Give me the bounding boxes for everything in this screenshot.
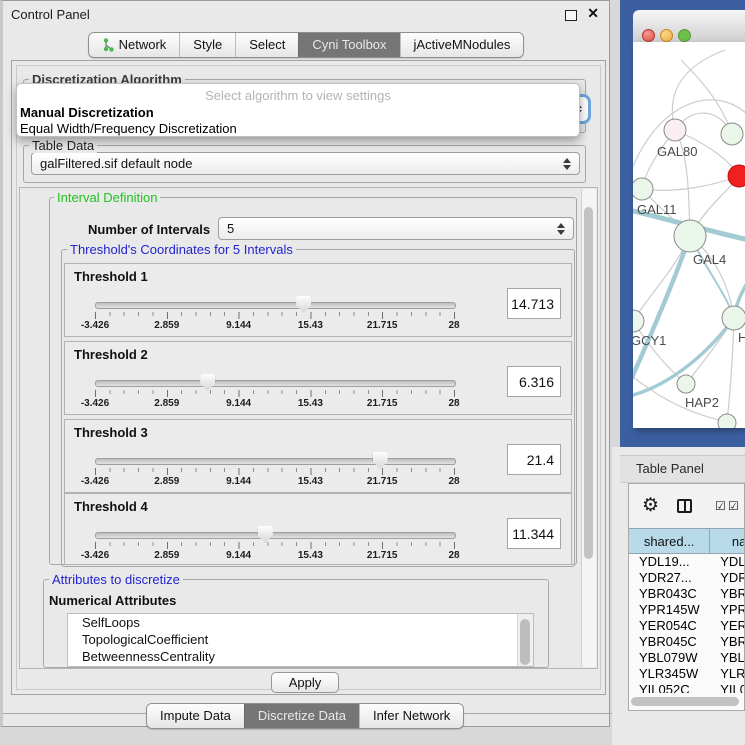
threshold-3-slider[interactable] bbox=[95, 458, 456, 465]
table-row[interactable]: YPR145WYPR1 bbox=[629, 602, 745, 618]
tab-jactivemnodules[interactable]: jActiveMNodules bbox=[400, 33, 524, 57]
node-label-h: H bbox=[738, 330, 745, 345]
node-green-right[interactable] bbox=[721, 123, 743, 145]
threshold-3-value-field[interactable]: 21.4 bbox=[507, 444, 561, 475]
table-data-group-title: Table Data bbox=[29, 138, 97, 153]
attribute-item[interactable]: TopologicalCoefficient bbox=[68, 631, 533, 648]
numerical-attributes-list[interactable]: SelfLoops TopologicalCoefficient Between… bbox=[67, 613, 534, 667]
threshold-1-slider[interactable] bbox=[95, 302, 456, 309]
threshold-3-slider-thumb[interactable] bbox=[373, 452, 388, 469]
table-row[interactable]: YLR345WYLR3 bbox=[629, 666, 745, 682]
threshold-1-row: Threshold 1 -3.4262.8599.14415.4321.7152… bbox=[64, 263, 572, 337]
checkbox-icon[interactable]: ☑ bbox=[728, 499, 739, 513]
threshold-4-row: Threshold 4 -3.4262.8599.14415.4321.7152… bbox=[64, 493, 572, 565]
number-of-intervals-value: 5 bbox=[227, 221, 234, 236]
attributes-group-title: Attributes to discretize bbox=[49, 572, 183, 587]
interval-definition-title: Interval Definition bbox=[54, 190, 160, 205]
number-of-intervals-combo[interactable]: 5 bbox=[218, 217, 574, 240]
table-row[interactable]: YDL19...YDL1 bbox=[629, 554, 745, 570]
network-window-titlebar[interactable] bbox=[633, 10, 745, 43]
table-horizontal-scrollbar[interactable] bbox=[631, 697, 739, 706]
threshold-2-slider-thumb[interactable] bbox=[200, 374, 215, 391]
table-toolbar: ⚙ ☑ ☑ bbox=[629, 484, 744, 528]
number-of-intervals-label: Number of Intervals bbox=[88, 222, 210, 237]
tab-network-label: Network bbox=[119, 37, 167, 52]
node-label-gal4: GAL4 bbox=[693, 252, 726, 267]
algorithm-option-equal-width[interactable]: Equal Width/Frequency Discretization bbox=[20, 121, 237, 136]
table-data-combo[interactable]: galFiltered.sif default node bbox=[31, 152, 580, 175]
mac-close-button[interactable] bbox=[642, 29, 655, 42]
node-label-hap2: HAP2 bbox=[685, 395, 719, 410]
tab-infer-network[interactable]: Infer Network bbox=[359, 704, 463, 728]
table-row[interactable]: YBR045CYBR0 bbox=[629, 634, 745, 650]
node-h[interactable] bbox=[722, 306, 745, 330]
algorithm-dropdown-popup: Select algorithm to view settings Manual… bbox=[16, 83, 580, 137]
threshold-4-slider-thumb[interactable] bbox=[258, 526, 273, 543]
network-icon bbox=[102, 38, 114, 52]
table-row[interactable]: YBL079WYBL0 bbox=[629, 650, 745, 666]
threshold-1-value-field[interactable]: 14.713 bbox=[507, 288, 561, 319]
gear-icon[interactable]: ⚙ bbox=[642, 494, 659, 517]
table-data-combo-value: galFiltered.sif default node bbox=[40, 156, 192, 171]
apply-button[interactable]: Apply bbox=[271, 672, 339, 693]
mac-zoom-button[interactable] bbox=[678, 29, 691, 42]
tab-network[interactable]: Network bbox=[89, 33, 180, 57]
tab-impute-data[interactable]: Impute Data bbox=[147, 704, 244, 728]
tab-style[interactable]: Style bbox=[179, 33, 235, 57]
threshold-4-slider[interactable] bbox=[95, 532, 456, 539]
numerical-attributes-label: Numerical Attributes bbox=[49, 593, 176, 608]
attributes-scrollbar[interactable] bbox=[517, 614, 533, 666]
mac-minimize-button[interactable] bbox=[660, 29, 673, 42]
table-row[interactable]: YER054CYER0 bbox=[629, 618, 745, 634]
control-panel-title: Control Panel bbox=[11, 7, 90, 22]
node-red-selected[interactable] bbox=[728, 165, 745, 187]
node-hap2[interactable] bbox=[677, 375, 695, 393]
tab-discretize-data[interactable]: Discretize Data bbox=[244, 704, 359, 728]
node-gal11[interactable] bbox=[633, 178, 653, 200]
node-gal4[interactable] bbox=[674, 220, 706, 252]
split-table-icon[interactable] bbox=[677, 499, 692, 513]
node-label-gal11: GAL11 bbox=[637, 202, 677, 217]
node-label-gcy1: GCY1 bbox=[633, 333, 666, 348]
table-row[interactable]: YIL052CYIL0 bbox=[629, 682, 745, 693]
tab-cyni-toolbox[interactable]: Cyni Toolbox bbox=[298, 33, 399, 57]
screenshot-root: Control Panel ✕ Network Style Select bbox=[0, 0, 745, 745]
table-row[interactable]: YDR27...YDR2 bbox=[629, 570, 745, 586]
column-header-name[interactable]: na bbox=[710, 528, 745, 554]
bottom-tab-bar: Impute Data Discretize Data Infer Networ… bbox=[146, 703, 464, 729]
control-panel-window: Control Panel ✕ Network Style Select bbox=[0, 0, 610, 727]
node-gcy1[interactable] bbox=[633, 310, 644, 332]
threshold-2-row: Threshold 2 -3.4262.8599.14415.4321.7152… bbox=[64, 341, 572, 415]
attribute-item[interactable]: BetweennessCentrality bbox=[68, 648, 533, 665]
node-label-gal80: GAL80 bbox=[657, 144, 697, 159]
algorithm-popup-prompt: Select algorithm to view settings bbox=[17, 88, 579, 103]
top-tab-bar: Network Style Select Cyni Toolbox jActiv… bbox=[3, 32, 609, 58]
algorithm-option-manual[interactable]: Manual Discretization bbox=[20, 105, 154, 120]
scrollbar-thumb[interactable] bbox=[584, 207, 593, 559]
settings-vertical-scrollbar[interactable] bbox=[581, 189, 596, 667]
table-row[interactable]: YBR043CYBR0 bbox=[629, 586, 745, 602]
tab-select[interactable]: Select bbox=[235, 33, 298, 57]
threshold-2-value-field[interactable]: 6.316 bbox=[507, 366, 561, 397]
node-partial-bottom[interactable] bbox=[718, 414, 736, 428]
close-icon[interactable]: ✕ bbox=[587, 5, 599, 22]
table-panel-titlebar: Table Panel bbox=[620, 455, 745, 483]
threshold-2-slider[interactable] bbox=[95, 380, 456, 387]
attribute-item[interactable]: SelfLoops bbox=[68, 614, 533, 631]
node-gal80[interactable] bbox=[664, 119, 686, 141]
threshold-3-row: Threshold 3 -3.4262.8599.14415.4321.7152… bbox=[64, 419, 572, 493]
threshold-1-slider-thumb[interactable] bbox=[296, 296, 311, 313]
table-panel: ⚙ ☑ ☑ shared... na YDL19...YDL1 YDR27...… bbox=[628, 483, 745, 711]
column-header-shared-name[interactable]: shared... bbox=[629, 528, 710, 554]
float-window-icon[interactable] bbox=[565, 10, 577, 21]
table-panel-title: Table Panel bbox=[636, 461, 704, 476]
thresholds-group-title: Threshold's Coordinates for 5 Intervals bbox=[67, 242, 296, 257]
network-canvas[interactable]: GAL80 GAL11 GAL4 GCY1 HAP2 H bbox=[633, 42, 745, 428]
node-table: shared... na YDL19...YDL1 YDR27...YDR2 Y… bbox=[629, 528, 745, 693]
checkbox-icon[interactable]: ☑ bbox=[715, 499, 726, 513]
threshold-4-value-field[interactable]: 11.344 bbox=[507, 518, 561, 549]
